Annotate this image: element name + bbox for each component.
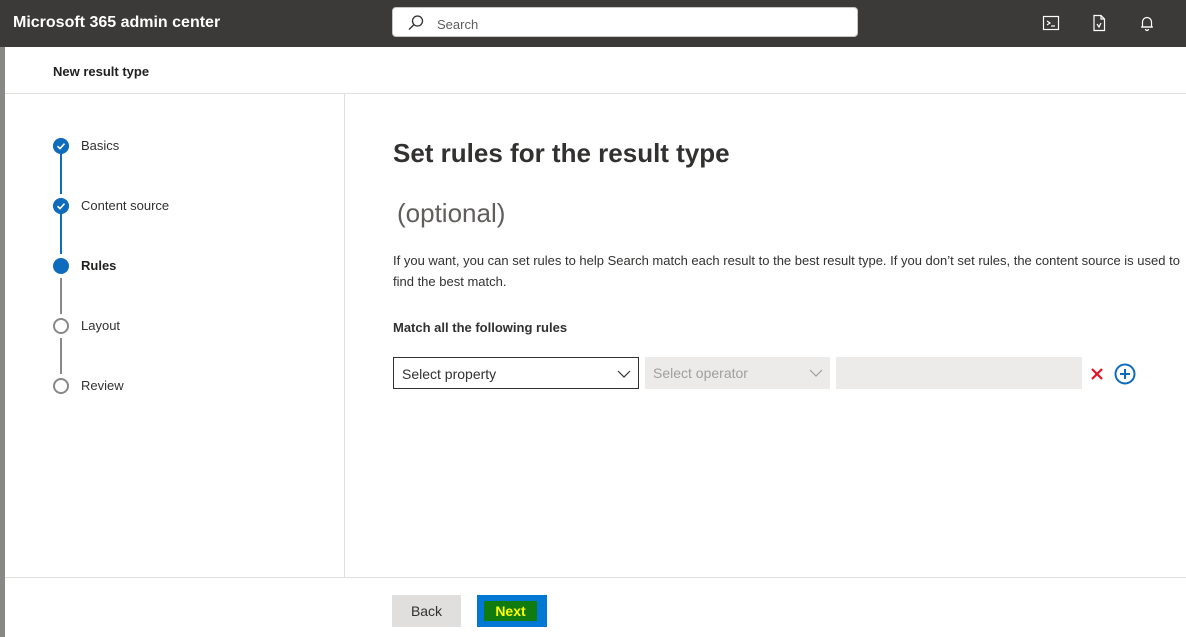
- step-connector: [60, 278, 62, 314]
- delete-icon[interactable]: [1089, 366, 1105, 382]
- footer-divider: [5, 577, 1186, 578]
- window-edge: [0, 47, 5, 637]
- next-button[interactable]: Next: [477, 595, 547, 627]
- panel-title: New result type: [53, 64, 150, 79]
- step-connector: [60, 214, 62, 254]
- app-title[interactable]: Microsoft 365 admin center: [13, 14, 220, 32]
- search-box[interactable]: Search: [392, 7, 858, 37]
- pending-step-icon: [53, 378, 69, 394]
- add-circle-icon[interactable]: [1114, 363, 1136, 385]
- rule-value-input[interactable]: [836, 357, 1082, 389]
- search-input[interactable]: Search: [437, 17, 478, 32]
- optional-label: (optional): [397, 198, 506, 228]
- step-connector: [60, 154, 62, 194]
- step-label: Rules: [81, 258, 117, 273]
- check-icon: [53, 198, 69, 214]
- search-icon: [408, 15, 424, 30]
- step-label: Layout: [81, 318, 121, 333]
- select-property-text: Select property: [402, 366, 497, 382]
- terminal-icon[interactable]: [1041, 13, 1061, 33]
- step-connector: [60, 338, 62, 374]
- select-operator-text: Select operator: [653, 365, 748, 381]
- select-operator-dropdown[interactable]: Select operator: [645, 357, 830, 389]
- step-label: Review: [81, 378, 124, 393]
- pending-step-icon: [53, 318, 69, 334]
- check-icon: [53, 138, 69, 154]
- step-label: Content source: [81, 198, 170, 213]
- top-bar: Microsoft 365 admin center Search: [0, 0, 1186, 47]
- rules-label: Match all the following rules: [393, 320, 568, 335]
- description-text: If you want, you can set rules to help S…: [393, 253, 1180, 289]
- header-divider: [5, 93, 1186, 94]
- back-button[interactable]: Back: [392, 595, 461, 627]
- next-button-label: Next: [484, 601, 537, 621]
- vertical-divider: [344, 94, 345, 577]
- current-step-icon: [53, 258, 69, 274]
- step-label: Basics: [81, 138, 120, 153]
- select-property-dropdown[interactable]: Select property: [393, 357, 639, 389]
- document-icon[interactable]: [1089, 13, 1109, 33]
- chevron-down-icon: [617, 370, 631, 378]
- page-heading: Set rules for the result type: [393, 138, 730, 168]
- bell-icon[interactable]: [1137, 13, 1157, 33]
- chevron-down-icon: [809, 369, 823, 377]
